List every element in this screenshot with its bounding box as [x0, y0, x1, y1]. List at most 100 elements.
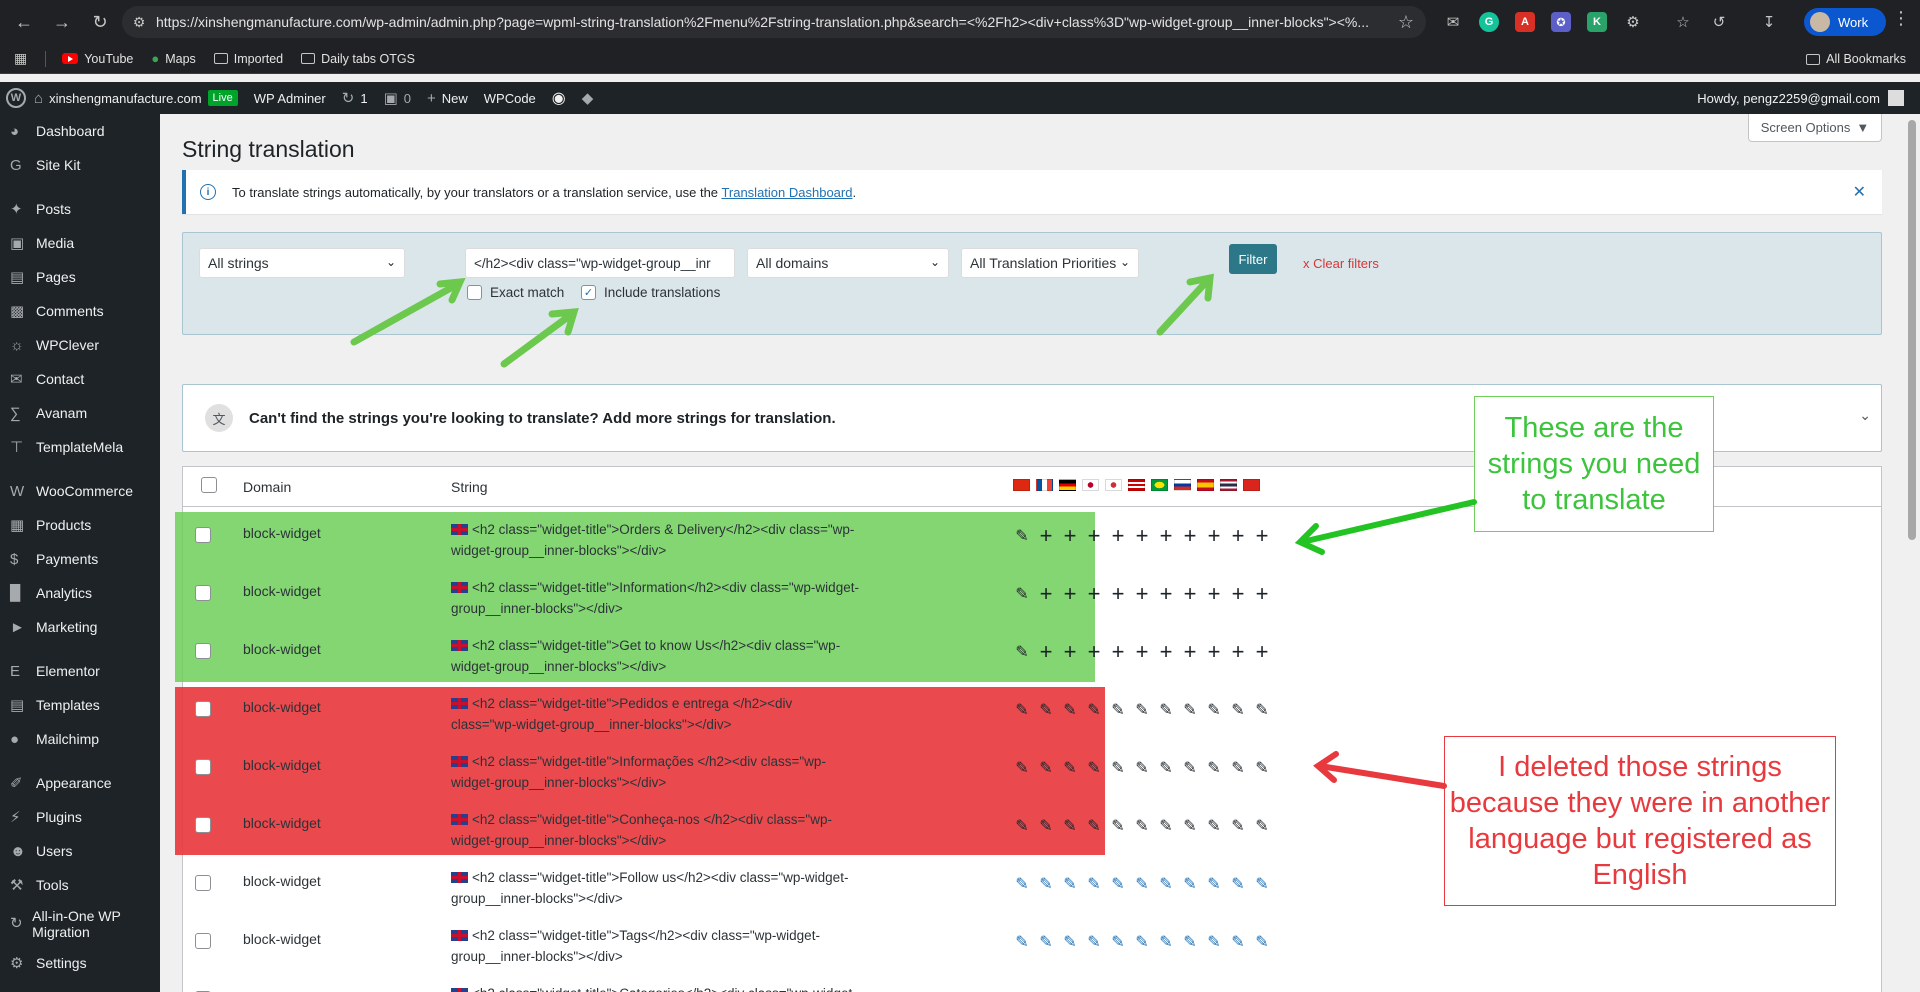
chevron-down-icon[interactable]: ⌄ [1859, 407, 1871, 424]
sidebar-item-avanam[interactable]: ∑ Avanam [0, 396, 160, 430]
edit-translation-icon[interactable]: ✎ [1253, 759, 1271, 777]
edit-translation-icon[interactable]: ✎ [1037, 701, 1055, 719]
domains-select[interactable]: All domains ⌄ [747, 248, 949, 278]
extension-icon[interactable]: K [1584, 9, 1610, 35]
edit-translation-icon[interactable]: ✎ [1061, 933, 1079, 951]
add-translation-icon[interactable]: + [1229, 523, 1247, 548]
row-checkbox[interactable] [195, 701, 211, 717]
edit-translation-icon[interactable]: ✎ [1133, 817, 1151, 835]
edit-translation-icon[interactable]: ✎ [1205, 933, 1223, 951]
edit-translation-icon[interactable]: ✎ [1205, 817, 1223, 835]
bookmark-daily-tabs[interactable]: Daily tabs OTGS [301, 52, 415, 66]
edit-translation-icon[interactable]: ✎ [1061, 817, 1079, 835]
include-translations-checkbox[interactable]: ✓ [581, 285, 596, 300]
sidebar-item-settings[interactable]: ⚙ Settings [0, 946, 160, 980]
edit-translation-icon[interactable]: ✎ [1157, 701, 1175, 719]
row-checkbox[interactable] [195, 933, 211, 949]
add-translation-icon[interactable]: + [1229, 581, 1247, 606]
extension-icon[interactable]: ✪ [1548, 9, 1574, 35]
exact-match-option[interactable]: Exact match [467, 285, 564, 300]
screen-options-button[interactable]: Screen Options ▼ [1748, 114, 1882, 142]
bookmark-youtube[interactable]: YouTube [62, 52, 133, 66]
edit-translation-icon[interactable]: ✎ [1085, 817, 1103, 835]
add-translation-icon[interactable]: + [1037, 639, 1055, 664]
row-checkbox[interactable] [195, 817, 211, 833]
wp-adminer-link[interactable]: WP Adminer [246, 82, 334, 114]
search-tool-icon[interactable]: ◉ [544, 82, 574, 114]
add-translation-icon[interactable]: + [1253, 639, 1271, 664]
all-bookmarks[interactable]: All Bookmarks [1806, 52, 1906, 66]
edit-translation-icon[interactable]: ✎ [1013, 875, 1031, 893]
edit-translation-icon[interactable]: ✎ [1229, 701, 1247, 719]
edit-translation-icon[interactable]: ✎ [1133, 933, 1151, 951]
row-checkbox[interactable] [195, 527, 211, 543]
add-translation-icon[interactable]: + [1061, 523, 1079, 548]
edit-translation-icon[interactable]: ✎ [1181, 701, 1199, 719]
add-translation-icon[interactable]: + [1229, 639, 1247, 664]
edit-translation-icon[interactable]: ✎ [1061, 875, 1079, 893]
edit-translation-icon[interactable]: ✎ [1181, 875, 1199, 893]
add-translation-icon[interactable]: + [1181, 639, 1199, 664]
edit-translation-icon[interactable]: ✎ [1205, 701, 1223, 719]
add-translation-icon[interactable]: + [1205, 523, 1223, 548]
add-translation-icon[interactable]: + [1061, 581, 1079, 606]
add-translation-icon[interactable]: + [1253, 581, 1271, 606]
add-translation-icon[interactable]: + [1037, 581, 1055, 606]
edit-translation-icon[interactable]: ✎ [1085, 759, 1103, 777]
menu-kebab-icon[interactable]: ⋮ [1892, 8, 1910, 29]
sidebar-item-wpclever[interactable]: ☼ WPClever [0, 328, 160, 362]
edit-translation-icon[interactable]: ✎ [1013, 701, 1031, 719]
edit-translation-icon[interactable]: ✎ [1037, 759, 1055, 777]
edit-translation-icon[interactable]: ✎ [1205, 875, 1223, 893]
history-icon[interactable]: ↺ [1706, 9, 1732, 35]
sidebar-item-plugins[interactable]: ⚡ Plugins [0, 800, 160, 834]
sidebar-item-products[interactable]: ▦ Products [0, 508, 160, 542]
extension-icon[interactable]: A [1512, 9, 1538, 35]
sidebar-item-templatemela[interactable]: ⊤ TemplateMela [0, 430, 160, 464]
sidebar-item-posts[interactable]: ✦ Posts [0, 192, 160, 226]
download-icon[interactable]: ↧ [1756, 9, 1782, 35]
edit-translation-icon[interactable]: ✎ [1181, 759, 1199, 777]
edit-translation-icon[interactable]: ✎ [1181, 933, 1199, 951]
extension-icon[interactable]: ✉ [1440, 9, 1466, 35]
edit-translation-icon[interactable]: ✎ [1157, 933, 1175, 951]
priority-select[interactable]: All Translation Priorities ⌄ [961, 248, 1139, 278]
sidebar-item-dashboard[interactable]: ◕ Dashboard [0, 114, 160, 148]
add-translation-icon[interactable]: + [1205, 639, 1223, 664]
site-name-link[interactable]: ⌂ xinshengmanufacture.com Live [26, 82, 246, 114]
sidebar-item-pages[interactable]: ▤ Pages [0, 260, 160, 294]
add-translation-icon[interactable]: + [1253, 523, 1271, 548]
profile-button[interactable]: Work [1804, 8, 1886, 36]
row-checkbox[interactable] [195, 759, 211, 775]
grammarly-icon[interactable]: G [1476, 9, 1502, 35]
add-translation-icon[interactable]: + [1109, 639, 1127, 664]
bookmark-imported[interactable]: Imported [213, 52, 283, 66]
edit-translation-icon[interactable]: ✎ [1109, 933, 1127, 951]
edit-translation-icon[interactable]: ✎ [1229, 759, 1247, 777]
exact-match-checkbox[interactable] [467, 285, 482, 300]
edit-translation-icon[interactable]: ✎ [1157, 817, 1175, 835]
scrollbar-thumb[interactable] [1908, 120, 1916, 540]
edit-translation-icon[interactable]: ✎ [1109, 875, 1127, 893]
filter-button[interactable]: Filter [1229, 244, 1277, 274]
edit-translation-icon[interactable]: ✎ [1157, 875, 1175, 893]
sidebar-item-marketing[interactable]: ► Marketing [0, 610, 160, 644]
edit-translation-icon[interactable]: ✎ [1013, 933, 1031, 951]
bookmark-star-icon[interactable]: ☆ [1386, 12, 1426, 33]
edit-translation-icon[interactable]: ✎ [1013, 527, 1031, 545]
close-icon[interactable]: ✕ [1853, 182, 1866, 202]
sidebar-item-contact[interactable]: ✉ Contact [0, 362, 160, 396]
comments-link[interactable]: ▣ 0 [376, 82, 419, 114]
edit-translation-icon[interactable]: ✎ [1253, 933, 1271, 951]
my-account[interactable]: Howdy, pengz2259@gmail.com [1697, 82, 1920, 114]
back-icon[interactable]: ← [8, 6, 40, 38]
sidebar-item-appearance[interactable]: ✐ Appearance [0, 766, 160, 800]
edit-translation-icon[interactable]: ✎ [1229, 875, 1247, 893]
sidebar-item-media[interactable]: ▣ Media [0, 226, 160, 260]
add-translation-icon[interactable]: + [1157, 581, 1175, 606]
add-translation-icon[interactable]: + [1061, 639, 1079, 664]
translation-dashboard-link[interactable]: Translation Dashboard [721, 185, 852, 200]
url-text[interactable]: https://xinshengmanufacture.com/wp-admin… [156, 14, 1386, 30]
sidebar-item-analytics[interactable]: ▉ Analytics [0, 576, 160, 610]
edit-translation-icon[interactable]: ✎ [1253, 817, 1271, 835]
